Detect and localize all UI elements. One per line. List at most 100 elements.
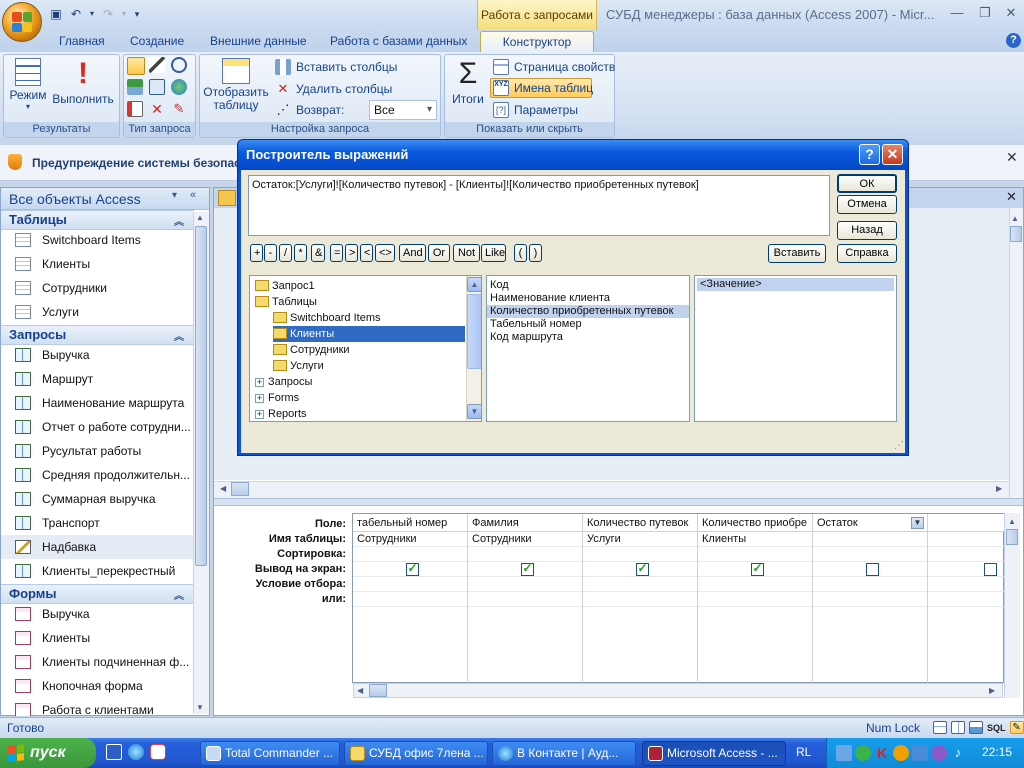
insert-columns-button[interactable]: Вставить столбцы — [275, 57, 397, 77]
diagram-vscroll[interactable] — [1009, 208, 1023, 498]
grid-or-cell[interactable] — [928, 592, 1004, 607]
op-equal-button[interactable]: = — [330, 244, 343, 262]
op-and-button[interactable]: And — [399, 244, 426, 262]
language-indicator[interactable]: RL — [796, 745, 811, 759]
grid-criteria-cell[interactable] — [353, 577, 467, 592]
field-item-selected[interactable]: Количество приобретенных путевок — [487, 305, 689, 318]
nav-item-form[interactable]: Кнопочная форма — [1, 674, 194, 698]
nav-item-query[interactable]: Наименование маршрута — [1, 391, 194, 415]
scroll-up-icon[interactable]: ▲ — [467, 277, 481, 292]
nav-item-form[interactable]: Выручка — [1, 602, 194, 626]
tab-home[interactable]: Главная — [49, 31, 115, 52]
field-item[interactable]: Табельный номер — [487, 318, 689, 331]
grid-column[interactable]: Фамилия Сотрудники — [468, 514, 583, 684]
taskbar-btn-access[interactable]: Microsoft Access - ... — [642, 741, 786, 766]
show-checkbox[interactable] — [984, 563, 997, 576]
grid-field-cell[interactable]: табельный номер — [353, 514, 467, 532]
query-tab-icon[interactable] — [218, 190, 236, 206]
grid-sort-cell[interactable] — [813, 547, 927, 562]
grid-field-cell[interactable]: Количество путевок — [583, 514, 697, 532]
op-not-equal-button[interactable]: <> — [375, 244, 395, 262]
tree-scrollbar[interactable]: ▲ ▼ — [466, 276, 481, 421]
sql-view-button[interactable]: SQL — [987, 723, 1006, 733]
expand-plus-icon[interactable]: + — [255, 393, 264, 403]
grid-criteria-cell[interactable] — [698, 577, 812, 592]
design-view-icon[interactable]: ✎ — [1009, 721, 1024, 734]
nav-item-form[interactable]: Клиенты подчиненная ф... — [1, 650, 194, 674]
cancel-button[interactable]: Отмена — [837, 195, 897, 214]
value-item-selected[interactable]: <Значение> — [697, 278, 894, 291]
nav-item-query[interactable]: Выручка — [1, 343, 194, 367]
diagram-hscroll-thumb[interactable] — [231, 482, 249, 496]
nav-item-query[interactable]: Отчет о работе сотрудни... — [1, 415, 194, 439]
nav-item-query[interactable]: Маршрут — [1, 367, 194, 391]
scroll-right-icon[interactable]: ▶ — [996, 484, 1002, 493]
return-select[interactable]: Все — [369, 100, 437, 120]
redo-icon[interactable]: ↷ — [100, 6, 116, 22]
tree-node[interactable]: + Reports — [255, 406, 307, 421]
tree-node[interactable]: Switchboard Items — [273, 310, 380, 326]
expression-input[interactable]: Остаток:[Услуги]![Количество путевок] - … — [248, 175, 830, 236]
nav-item-query[interactable]: Средняя продолжительн... — [1, 463, 194, 487]
taskbar-btn-vkontakte[interactable]: В Контакте | Ауд... — [492, 741, 636, 766]
field-item[interactable]: Код маршрута — [487, 331, 689, 344]
grid-table-cell[interactable]: Клиенты — [698, 532, 812, 547]
help-button[interactable]: Справка — [837, 244, 897, 263]
nav-item-switchboard-items[interactable]: Switchboard Items — [1, 228, 194, 252]
grid-hscroll-thumb[interactable] — [369, 684, 387, 697]
run-button[interactable]: ! Выполнить — [50, 58, 116, 107]
grid-column[interactable]: Остаток ▼ — [813, 514, 928, 684]
dialog-close-icon[interactable]: ✕ — [882, 144, 903, 165]
grid-table-cell[interactable] — [928, 532, 1004, 547]
antivirus-icon[interactable]: K — [874, 745, 890, 761]
minimize-button[interactable]: — — [946, 4, 968, 22]
dialog-help-icon[interactable]: ? — [859, 144, 880, 165]
tree-node[interactable]: Таблицы — [255, 294, 317, 310]
op-plus-button[interactable]: + — [250, 244, 263, 262]
tray-app-icon[interactable] — [893, 745, 909, 761]
save-icon[interactable] — [106, 744, 122, 760]
nav-item-query-selected[interactable]: Надбавка — [1, 535, 194, 559]
grid-or-cell[interactable] — [468, 592, 582, 607]
grid-sort-cell[interactable] — [353, 547, 467, 562]
delete-columns-button[interactable]: ✕ Удалить столбцы — [275, 79, 393, 99]
expand-plus-icon[interactable]: + — [255, 409, 264, 419]
tab-external-data[interactable]: Внешние данные — [200, 31, 317, 52]
office-button[interactable] — [2, 2, 42, 42]
mode-button[interactable]: Режим ▾ — [6, 58, 50, 111]
network-icon[interactable] — [836, 745, 852, 761]
op-minus-button[interactable]: - — [264, 244, 277, 262]
tab-design[interactable]: Конструктор — [480, 31, 594, 52]
undo-icon[interactable]: ↶ — [68, 6, 84, 22]
op-not-button[interactable]: Not — [453, 244, 480, 262]
show-table-button[interactable]: Отобразить таблицу — [203, 58, 269, 112]
warning-close-icon[interactable]: ✕ — [1006, 149, 1018, 166]
nav-section-tables[interactable]: Таблицы ︽ — [1, 210, 194, 230]
show-checkbox[interactable] — [635, 562, 649, 576]
grid-sort-cell[interactable] — [583, 547, 697, 562]
expand-plus-icon[interactable]: + — [255, 377, 264, 387]
scroll-down-icon[interactable]: ▼ — [196, 703, 204, 712]
grid-column[interactable]: Количество приобре Клиенты — [698, 514, 813, 684]
customize-qat-icon[interactable]: ▾ — [132, 6, 142, 22]
grid-field-cell[interactable]: Остаток ▼ — [813, 514, 927, 532]
grid-table-cell[interactable]: Сотрудники — [468, 532, 582, 547]
op-or-button[interactable]: Or — [428, 244, 450, 262]
make-table-query-icon[interactable] — [149, 57, 165, 73]
nav-item-query[interactable]: Транспорт — [1, 511, 194, 535]
show-checkbox[interactable] — [750, 562, 764, 576]
grid-field-cell[interactable]: Количество приобре — [698, 514, 812, 532]
grid-table-cell[interactable]: Сотрудники — [353, 532, 467, 547]
internet-explorer-icon[interactable] — [128, 744, 144, 760]
grid-criteria-cell[interactable] — [468, 577, 582, 592]
nav-pane-header[interactable]: Все объекты Access — [1, 188, 209, 210]
scroll-left-icon[interactable]: ◀ — [220, 484, 226, 493]
grid-hscroll[interactable] — [353, 683, 1003, 698]
field-item[interactable]: Код — [487, 279, 689, 292]
tree-node[interactable]: Запрос1 — [255, 278, 315, 294]
field-dropdown-icon[interactable]: ▼ — [911, 517, 924, 529]
grid-column[interactable] — [928, 514, 1004, 684]
nav-section-queries[interactable]: Запросы ︽ — [1, 325, 194, 345]
op-multiply-button[interactable]: * — [294, 244, 307, 262]
nav-scroll-thumb[interactable] — [195, 226, 207, 566]
